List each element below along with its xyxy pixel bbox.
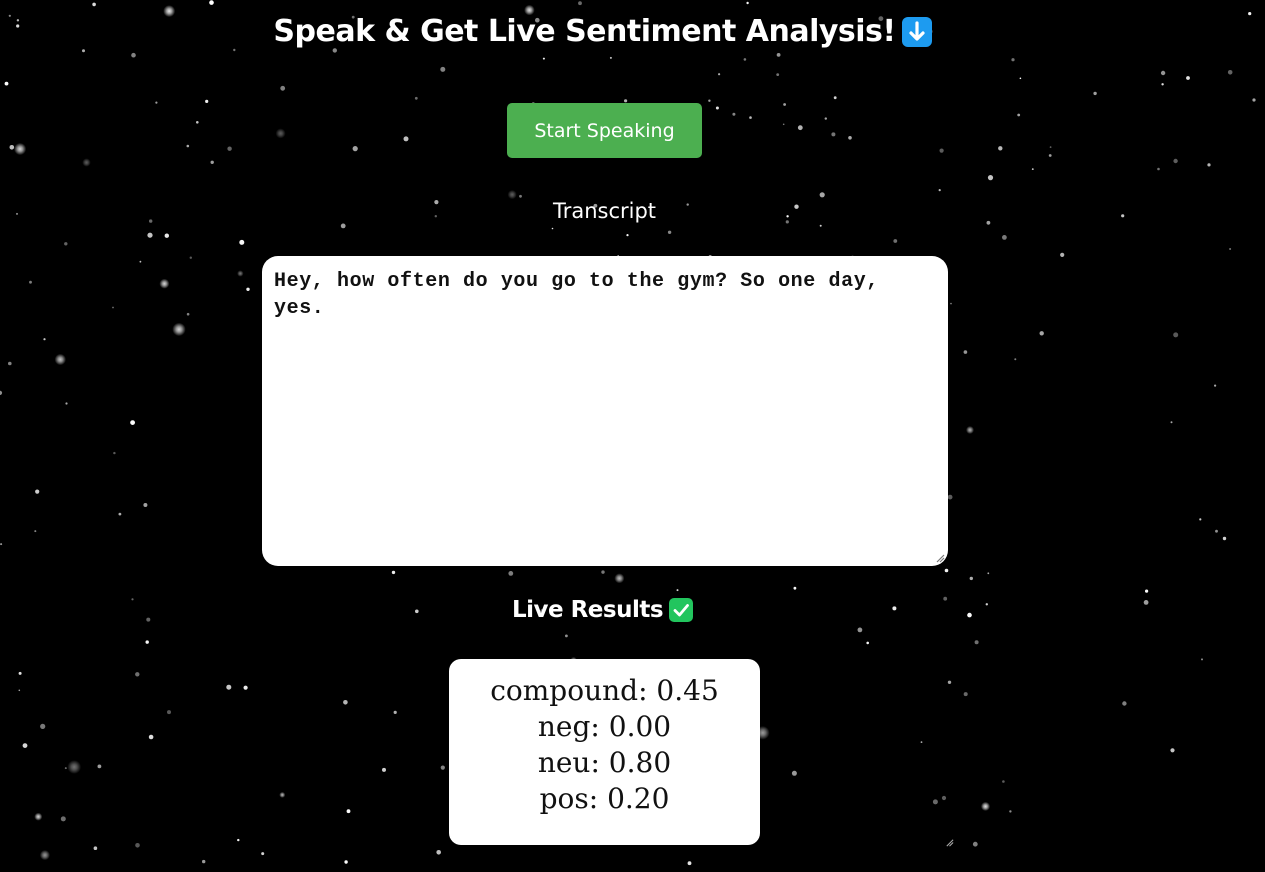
result-compound: compound: 0.45 [490,674,719,707]
header: Speak & Get Live Sentiment Analysis! [0,14,1205,49]
down-arrow-icon [901,16,932,47]
transcript-label: Transcript [552,199,657,223]
result-neu: neu: 0.80 [537,746,672,779]
results-panel: compound: 0.45 neg: 0.00 neu: 0.80 pos: … [449,659,760,845]
resize-grip-icon[interactable] [935,553,945,563]
result-neg: neg: 0.00 [537,710,672,743]
result-pos: pos: 0.20 [539,782,670,815]
results-title: Live Results [511,597,664,623]
check-mark-icon [669,598,694,622]
results-header: Live Results [0,597,1205,623]
page: Speak & Get Live Sentiment Analysis! Sta… [0,0,1265,872]
transcript-text: Hey, how often do you go to the gym? So … [274,270,879,320]
page-resize-grip-icon[interactable] [945,838,954,847]
page-title: Speak & Get Live Sentiment Analysis! [273,14,896,49]
start-speaking-button[interactable]: Start Speaking [507,103,702,158]
transcript-textarea[interactable]: Hey, how often do you go to the gym? So … [262,256,948,566]
